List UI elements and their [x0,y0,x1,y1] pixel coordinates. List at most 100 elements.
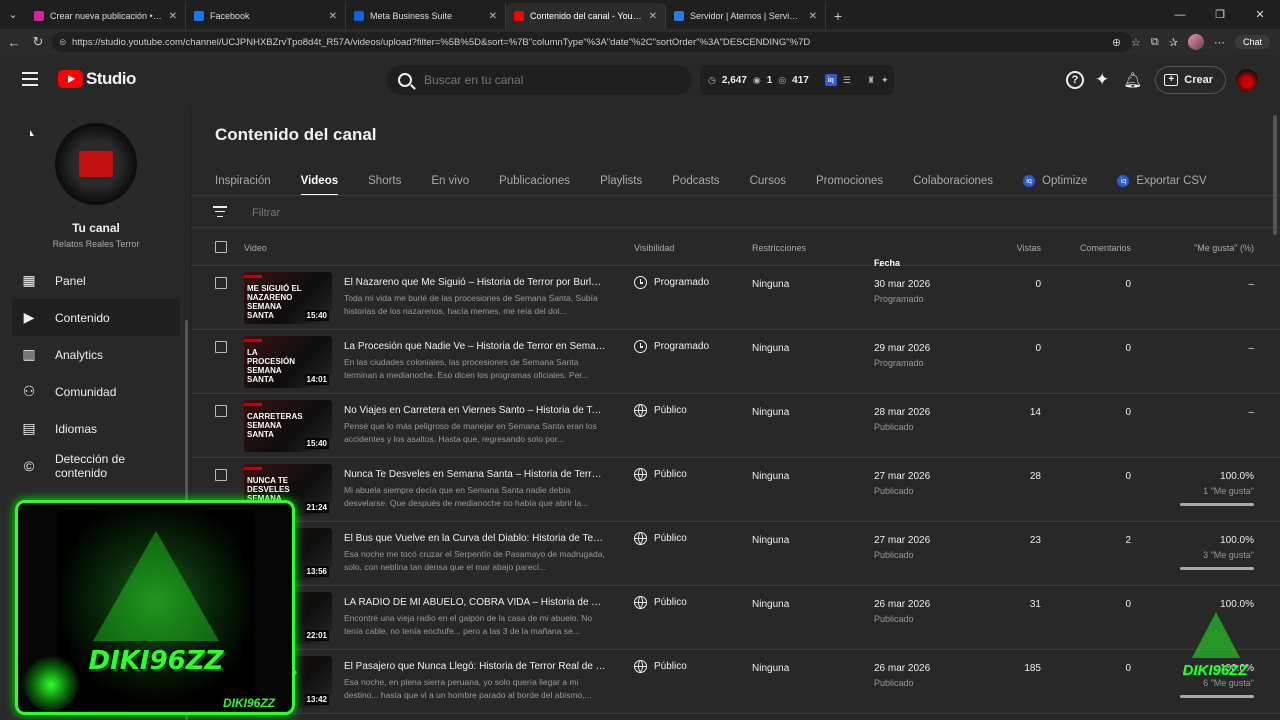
col-comments[interactable]: Comentarios [1080,243,1131,253]
tab-close-icon[interactable]: ✕ [489,11,497,22]
table-row[interactable]: ME SIGUIÓ EL NAZARENO SEMANA SANTA 15:40… [191,266,1280,330]
help-icon[interactable]: ? [1065,71,1084,89]
menu-icon[interactable] [22,72,38,86]
back-icon[interactable]: ← [2,35,26,50]
favorites-icon[interactable]: ✰ [1169,36,1178,49]
close-window-button[interactable]: ✕ [1240,0,1280,29]
tab-shorts[interactable]: Shorts [368,167,401,195]
channel-search[interactable] [386,65,692,95]
tab-colaboraciones[interactable]: Colaboraciones [913,167,993,195]
minimize-button[interactable]: — [1160,0,1200,29]
table-row[interactable]: Pasajero que Nunca Llegó 13:42 El Pasaje… [191,650,1280,714]
create-button[interactable]: + Crear [1155,66,1226,94]
video-thumbnail[interactable]: CARRETERAS SEMANA SANTA 15:40 [244,400,332,452]
new-tab-button[interactable]: + [826,3,850,29]
account-avatar[interactable] [1236,69,1258,91]
col-visibility[interactable]: Visibilidad [634,243,674,253]
list-icon[interactable]: ☰ [843,75,851,86]
browser-tab[interactable]: Facebook ✕ [186,3,346,29]
tab-close-icon[interactable]: ✕ [329,11,337,22]
clock-icon [634,276,647,289]
address-bar[interactable]: ⊜ https://studio.youtube.com/channel/UCJ… [52,32,1132,52]
tab-close-icon[interactable]: ✕ [649,11,657,22]
video-title[interactable]: La Procesión que Nadie Ve – Historia de … [344,341,606,352]
ai-sparkle-icon[interactable]: ✦ [1095,70,1109,90]
extensions-icon[interactable]: ⧉ [1151,36,1159,49]
sidebar-item-comunidad[interactable]: ⚇ Comunidad [12,373,180,410]
browser-tab[interactable]: Crear nueva publicación • Instagra ✕ [26,3,186,29]
table-row[interactable]: CARRETERAS SEMANA SANTA 15:40 No Viajes … [191,394,1280,458]
bookmark-star-icon[interactable]: ☆ [1131,36,1141,49]
more-menu-icon[interactable]: ⋯ [1214,36,1225,49]
tab-podcasts[interactable]: Podcasts [672,167,719,195]
row-checkbox[interactable] [215,341,227,353]
sparkle-small-icon[interactable]: ✦ [881,75,889,86]
tab-playlists[interactable]: Playlists [600,167,642,195]
visibility-dropdown[interactable]: Programado [634,276,709,289]
table-row[interactable]: LA PROCESIÓN SEMANA SANTA 14:01 La Proce… [191,330,1280,394]
video-title[interactable]: Nunca Te Desveles en Semana Santa – Hist… [344,469,606,480]
sidebar-item-detección-de-contenido[interactable]: © Detección de contenido [12,447,180,484]
chat-button[interactable]: Chat [1234,35,1270,49]
zoom-icon[interactable]: ⊕ [1112,36,1121,49]
visibility-dropdown[interactable]: Público [634,596,687,609]
sidebar-item-idiomas[interactable]: ▤ Idiomas [12,410,180,447]
tab-videos[interactable]: Videos [300,167,338,196]
main-scrollbar[interactable] [1273,115,1277,235]
vidiq-icon[interactable]: iq [824,74,837,86]
visibility-dropdown[interactable]: Público [634,660,687,673]
video-thumbnail[interactable]: ME SIGUIÓ EL NAZARENO SEMANA SANTA 15:40 [244,272,332,324]
sidebar-item-analytics[interactable]: ▥ Analytics [12,336,180,373]
filter-input[interactable]: Filtrar [252,207,280,219]
search-input[interactable] [424,73,674,87]
col-restrictions[interactable]: Restricciones [752,243,806,253]
select-all-checkbox[interactable] [215,241,227,253]
maximize-button[interactable]: ❐ [1200,0,1240,29]
row-checkbox[interactable] [215,469,227,481]
filter-icon[interactable] [213,206,227,217]
video-title[interactable]: LA RADIO DE MI ABUELO, COBRA VIDA – Hist… [344,597,606,608]
tab-close-icon[interactable]: ✕ [809,11,817,22]
row-checkbox[interactable] [215,405,227,417]
visibility-dropdown[interactable]: Público [634,532,687,545]
video-title[interactable]: No Viajes en Carretera en Viernes Santo … [344,405,606,416]
col-likes[interactable]: "Me gusta" (%) [1194,243,1254,253]
reload-icon[interactable]: ↻ [26,34,50,50]
profile-avatar[interactable] [1187,34,1204,50]
video-title[interactable]: El Nazareno que Me Siguió – Historia de … [344,277,606,288]
thumbnail-text: NUNCA TE DESVELES SEMANA [247,476,290,503]
tab-publicaciones[interactable]: Publicaciones [499,167,570,195]
sidebar-item-contenido[interactable]: ▶ Contenido [12,299,180,336]
tab-cursos[interactable]: Cursos [750,167,786,195]
browser-tab[interactable]: Servidor | Aternos | Servidor de M ✕ [666,3,826,29]
table-row[interactable]: NUNCA TE DESVELES SEMANA 21:24 Nunca Te … [191,458,1280,522]
trophy-icon[interactable]: ♜ [867,75,875,86]
visibility-dropdown[interactable]: Programado [634,340,709,353]
col-views[interactable]: Vistas [1017,243,1041,253]
sidebar-item-panel[interactable]: ▦ Panel [12,262,180,299]
tab-exportar-csv[interactable]: iq Exportar CSV [1117,167,1207,195]
browser-tab[interactable]: Meta Business Suite ✕ [346,3,506,29]
row-checkbox[interactable] [215,277,227,289]
channel-avatar[interactable] [55,123,137,205]
video-title[interactable]: El Pasajero que Nunca Llegó: Historia de… [344,661,606,672]
tab-en-vivo[interactable]: En vivo [431,167,469,195]
studio-logo[interactable]: Studio [58,69,136,89]
tab-search-button[interactable]: ⌄ [0,0,26,29]
visibility-dropdown[interactable]: Público [634,404,687,417]
tab-promociones[interactable]: Promociones [816,167,883,195]
visibility-dropdown[interactable]: Público [634,468,687,481]
tab-close-icon[interactable]: ✕ [169,11,177,22]
notifications-bell-icon[interactable]: 🔔︎ [1123,71,1142,89]
stats-widget[interactable]: ◷ 2,647 ◉ 1 ◎ 417 iq ☰ ♜ ✦ [700,65,894,95]
tab-inspiración[interactable]: Inspiración [215,167,271,195]
video-thumbnail[interactable]: LA PROCESIÓN SEMANA SANTA 14:01 [244,336,332,388]
restrictions-value: Ninguna [752,279,790,290]
site-info-icon[interactable]: ⊜ [59,37,67,48]
views-value: 0 [1035,343,1041,354]
video-title[interactable]: El Bus que Vuelve en la Curva del Diablo… [344,533,606,544]
browser-tab[interactable]: Contenido del canal - YouTube St ✕ [506,3,666,29]
table-row[interactable]: RADIO MALDITA 22:01 LA RADIO DE MI ABUEL… [191,586,1280,650]
tab-optimize[interactable]: iq Optimize [1023,167,1087,195]
table-row[interactable]: CURVA DEL DIABLO 13:56 El Bus que Vuelve… [191,522,1280,586]
